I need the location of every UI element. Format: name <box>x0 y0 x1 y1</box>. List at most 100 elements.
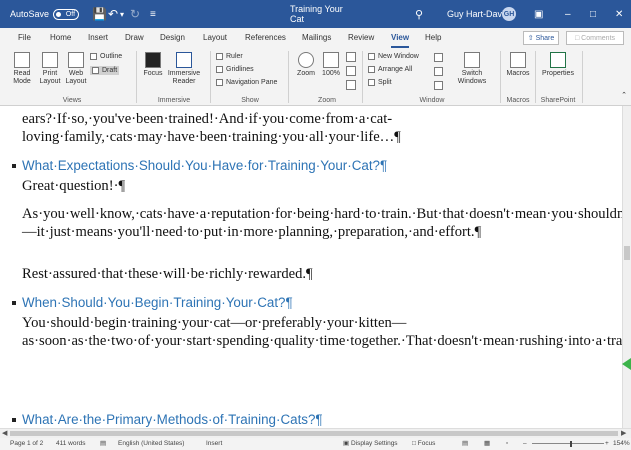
focus-mode[interactable]: □ Focus <box>412 438 435 450</box>
customize-toolbar-icon[interactable]: ≡ <box>150 0 156 28</box>
heading-methods-text: What·Are·the·Primary·Methods·of·Training… <box>22 412 323 427</box>
read-mode-view-icon[interactable]: ▤ <box>462 438 468 450</box>
tab-view[interactable]: View <box>391 28 410 48</box>
split-button[interactable]: Split <box>368 79 392 86</box>
user-name[interactable]: Guy Hart-Davis <box>447 0 509 28</box>
paragraph-rest-assured[interactable]: Rest·assured·that·these·will·be·richly·r… <box>22 265 612 283</box>
tab-mailings[interactable]: Mailings <box>302 28 331 48</box>
paragraph-reputation[interactable]: As·you·well·know,·cats·have·a·reputation… <box>22 205 622 241</box>
ruler-checkbox[interactable]: Ruler <box>216 53 243 60</box>
macros-button[interactable]: Macros <box>505 52 531 78</box>
save-icon[interactable]: 💾 <box>92 0 107 28</box>
display-settings[interactable]: ▣ Display Settings <box>343 438 398 450</box>
zoom-level[interactable]: 154% <box>613 438 630 450</box>
side-by-side-icon <box>433 53 443 62</box>
multiple-pages-button[interactable] <box>344 66 358 78</box>
zoom-slider-thumb[interactable] <box>570 441 572 447</box>
insert-mode[interactable]: Insert <box>206 438 222 450</box>
zoom-out-icon[interactable]: – <box>523 438 527 450</box>
navigation-pane-checkbox-box <box>216 79 223 86</box>
comments-button[interactable]: □ Comments <box>566 31 624 45</box>
heading-methods[interactable]: What·Are·the·Primary·Methods·of·Training… <box>12 411 323 428</box>
collapse-ribbon-icon[interactable]: ⌃ <box>620 92 628 100</box>
read-mode-button[interactable]: Read Mode <box>10 52 34 86</box>
tab-insert[interactable]: Insert <box>88 28 108 48</box>
separator <box>535 51 536 103</box>
paragraph-great-question[interactable]: Great·question!·¶ <box>22 177 612 195</box>
print-layout-label: Print Layout <box>39 70 61 85</box>
display-settings-icon: ▣ <box>343 440 351 447</box>
arrange-all-button[interactable]: Arrange All <box>368 66 412 73</box>
tab-layout[interactable]: Layout <box>203 28 227 48</box>
print-layout-button[interactable]: Print Layout <box>38 52 62 86</box>
heading-expectations[interactable]: What·Expectations·Should·You·Have·for·Tr… <box>12 157 387 175</box>
zoom-100-label: 100% <box>322 70 340 77</box>
word-count[interactable]: 411 words <box>56 438 86 450</box>
horizontal-scroll-thumb[interactable] <box>10 431 618 436</box>
minimize-icon[interactable]: – <box>565 0 571 28</box>
outline-button[interactable]: Outline <box>90 53 122 60</box>
reset-window-position-button[interactable] <box>432 81 444 92</box>
print-layout-view-icon[interactable]: ▦ <box>484 438 490 450</box>
horizontal-scrollbar[interactable]: ◀ ▶ <box>0 428 631 438</box>
vertical-scrollbar[interactable] <box>622 106 631 428</box>
page-width-button[interactable] <box>344 80 358 92</box>
ruler-label: Ruler <box>226 53 243 60</box>
focus-button[interactable]: Focus <box>142 52 164 78</box>
maximize-icon[interactable]: □ <box>590 0 596 28</box>
autosave-toggle[interactable]: Off <box>53 8 80 20</box>
redo-icon[interactable]: ↻ <box>130 0 140 28</box>
one-page-button[interactable] <box>344 52 358 64</box>
outline-label: Outline <box>100 53 123 60</box>
tab-review[interactable]: Review <box>348 28 374 48</box>
vertical-scroll-thumb[interactable] <box>624 246 630 260</box>
focus-mode-label: Focus <box>417 440 436 447</box>
paragraph-begin-training[interactable]: You·should·begin·training·your·cat—or·pr… <box>22 314 622 350</box>
avatar[interactable]: GH <box>502 7 516 21</box>
new-window-button[interactable]: New Window <box>368 53 419 60</box>
web-layout-button[interactable]: Web Layout <box>64 52 88 86</box>
view-side-by-side-button[interactable] <box>432 53 444 64</box>
arrange-all-icon <box>368 66 375 73</box>
page-count[interactable]: Page 1 of 2 <box>10 438 43 450</box>
tab-file[interactable]: File <box>18 28 31 48</box>
autosave-control[interactable]: AutoSave Off <box>10 0 80 28</box>
switch-windows-label: Switch Windows <box>457 70 487 85</box>
zoom-in-icon[interactable]: + <box>605 438 609 450</box>
web-layout-view-icon[interactable]: ▫ <box>506 438 508 450</box>
properties-button[interactable]: Properties <box>540 52 576 78</box>
navigation-pane-label: Navigation Pane <box>226 79 278 86</box>
zoom-slider[interactable] <box>532 443 604 444</box>
immersive-reader-button[interactable]: Immersive Reader <box>166 52 202 86</box>
navigation-pane-checkbox[interactable]: Navigation Pane <box>216 79 277 86</box>
search-icon[interactable]: ⚲ <box>415 0 423 28</box>
zoom-100-icon <box>323 52 339 68</box>
gridlines-checkbox[interactable]: Gridlines <box>216 66 254 73</box>
separator <box>362 51 363 103</box>
switch-windows-button[interactable]: Switch Windows <box>452 52 492 86</box>
paragraph-intro[interactable]: ears?·If·so,·you've·been·trained!·And·if… <box>22 110 612 146</box>
tab-design[interactable]: Design <box>160 28 185 48</box>
scroll-right-icon[interactable]: ▶ <box>621 429 626 437</box>
undo-dropdown-icon[interactable]: ▾ <box>120 0 124 28</box>
proofing-icon[interactable]: ▤ <box>100 438 106 450</box>
focus-label: Focus <box>143 70 163 77</box>
share-button[interactable]: ⇧ Share <box>523 31 559 45</box>
tab-draw[interactable]: Draw <box>125 28 144 48</box>
zoom-100-button[interactable]: 100% <box>320 52 342 78</box>
heading-when-begin[interactable]: When·Should·You·Begin·Training·Your·Cat?… <box>12 294 293 312</box>
heading-marker <box>12 418 16 423</box>
ribbon-display-options-icon[interactable]: ▣ <box>534 0 543 28</box>
heading-marker <box>12 164 16 169</box>
document-area[interactable]: ears?·If·so,·you've·been·trained!·And·if… <box>0 106 622 428</box>
tab-help[interactable]: Help <box>425 28 441 48</box>
synchronous-scrolling-button[interactable] <box>432 67 444 78</box>
undo-icon[interactable]: ↶ <box>108 0 118 28</box>
close-icon[interactable]: ✕ <box>615 0 623 28</box>
scroll-left-icon[interactable]: ◀ <box>2 429 7 437</box>
tab-references[interactable]: References <box>245 28 286 48</box>
draft-button[interactable]: Draft <box>90 66 120 75</box>
tab-home[interactable]: Home <box>50 28 71 48</box>
language[interactable]: English (United States) <box>118 438 184 450</box>
zoom-button[interactable]: Zoom <box>294 52 318 78</box>
